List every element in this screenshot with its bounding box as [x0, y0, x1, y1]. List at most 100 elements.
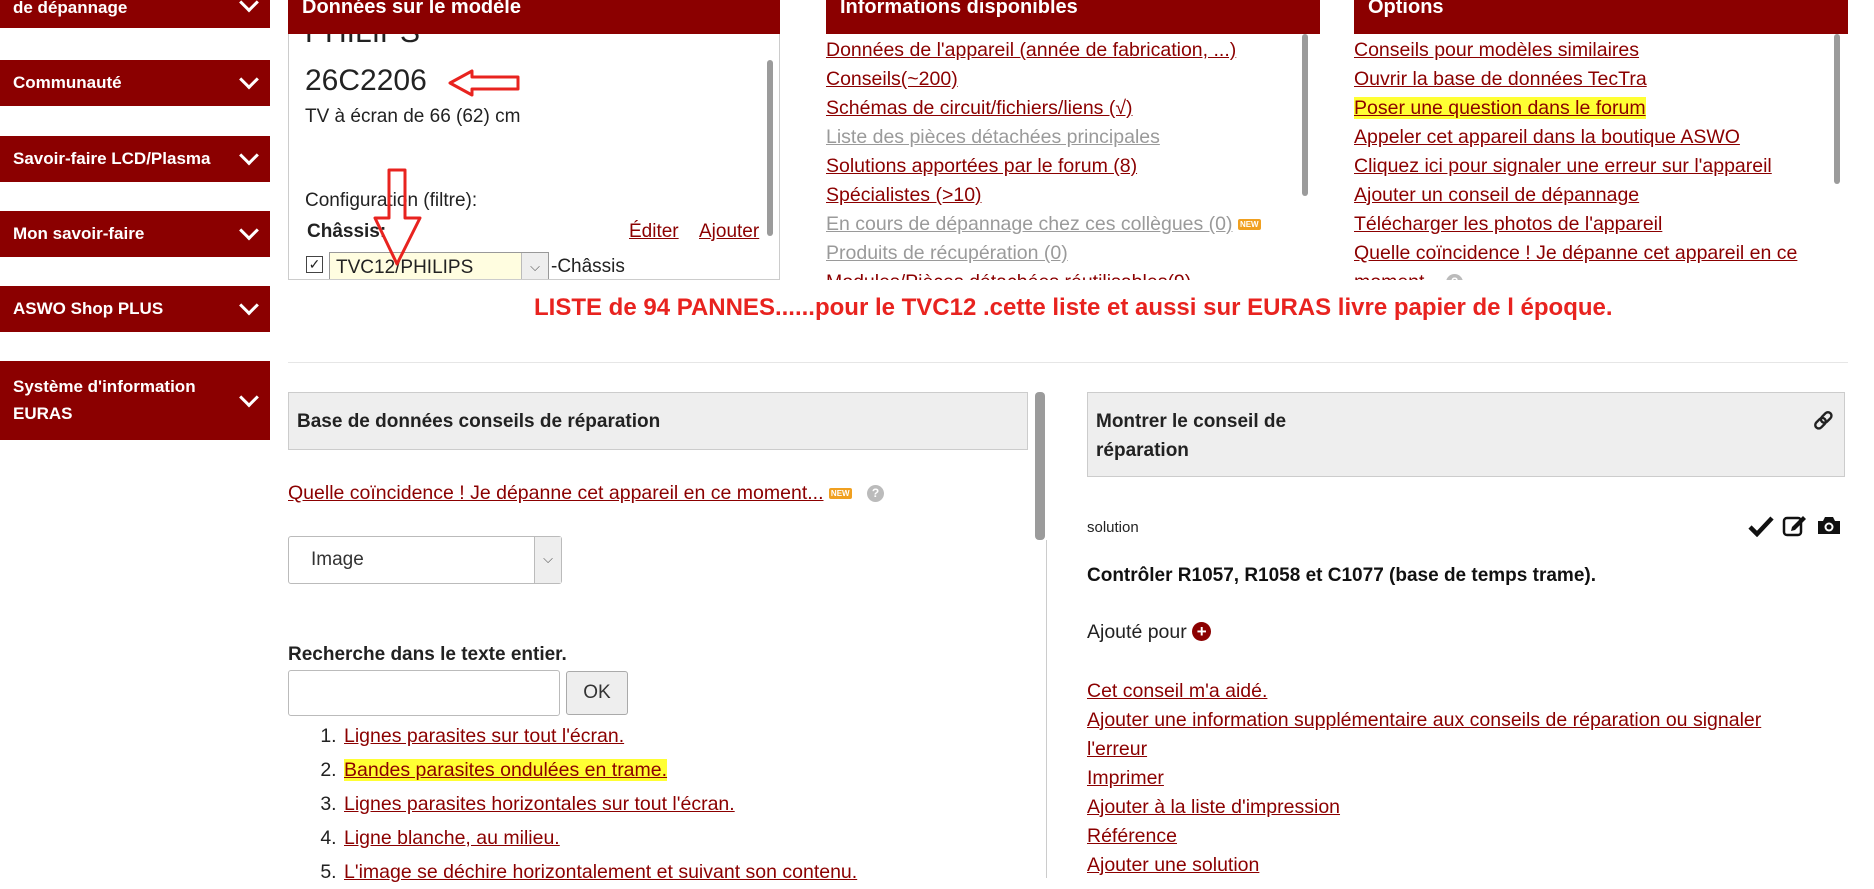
divider: [288, 362, 1848, 363]
new-badge: NEW: [1237, 219, 1261, 231]
coincidence-row: Quelle coïncidence ! Je dépanne cet appa…: [288, 482, 885, 505]
list-item: L'image se déchire horizontalement et su…: [342, 855, 857, 889]
camera-icon[interactable]: [1816, 515, 1842, 536]
add-tip-link[interactable]: Ajouter un conseil de dépannage: [1354, 181, 1797, 210]
list-item: Lignes parasites sur tout l'écran.: [342, 719, 857, 753]
fault-link[interactable]: Bandes parasites ondulées en trame.: [344, 759, 668, 781]
sidebar-item-label: Communauté: [13, 73, 122, 92]
info-box: Données de l'appareil (année de fabricat…: [826, 34, 1320, 280]
plus-circle-icon[interactable]: +: [1192, 622, 1212, 641]
list-item: Ligne blanche, au milieu.: [342, 821, 857, 855]
sidebar-item-community[interactable]: Communauté: [0, 60, 270, 106]
coincidence-link-main[interactable]: Quelle coïncidence ! Je dépanne cet appa…: [288, 482, 824, 504]
similar-models-link[interactable]: Conseils pour modèles similaires: [1354, 36, 1797, 65]
solution-label: solution: [1087, 519, 1139, 536]
sidebar-item-aswo-shop[interactable]: ASWO Shop PLUS: [0, 286, 270, 332]
coincidence-link-cont[interactable]: moment...: [1354, 271, 1441, 280]
print-link[interactable]: Imprimer: [1087, 764, 1761, 793]
spare-parts-link[interactable]: Liste des pièces détachées principales: [826, 123, 1261, 152]
specialists-link[interactable]: Spécialistes (>10): [826, 181, 1261, 210]
chevron-down-icon: ⌵: [521, 253, 548, 279]
panel-divider: [1046, 540, 1047, 878]
coincidence-link[interactable]: Quelle coïncidence ! Je dépanne cet appa…: [1354, 239, 1797, 268]
added-for-row: Ajouté pour +: [1087, 621, 1212, 644]
tip-helped-link[interactable]: Cet conseil m'a aidé.: [1087, 677, 1761, 706]
reference-link[interactable]: Référence: [1087, 822, 1761, 851]
show-tip-title: réparation: [1096, 440, 1189, 461]
chevron-down-icon: [239, 69, 259, 90]
chassis-suffix: -Châssis: [551, 256, 625, 277]
solution-actions: [1748, 512, 1844, 540]
ok-button-label: OK: [583, 682, 611, 703]
sidebar-item-label: Mon savoir-faire: [13, 224, 145, 243]
tectra-link[interactable]: Ouvrir la base de données TecTra: [1354, 65, 1797, 94]
sidebar-item-my-know-how[interactable]: Mon savoir-faire: [0, 211, 270, 257]
chevron-down-icon: [239, 0, 259, 13]
fault-link[interactable]: L'image se déchire horizontalement et su…: [344, 861, 857, 883]
check-icon[interactable]: [1748, 515, 1774, 537]
info-box-scrollbar[interactable]: [1302, 34, 1308, 196]
model-box-header: Données sur le modèle: [288, 0, 780, 34]
search-input[interactable]: [288, 670, 560, 716]
model-box: PHILIPS 26C2206 TV à écran de 66 (62) cm…: [288, 34, 780, 280]
chevron-down-icon: [239, 145, 259, 166]
reusable-modules-link[interactable]: Modules/Pièces détachées réutilisables(9…: [826, 268, 1261, 280]
aswo-shop-link[interactable]: Appeler cet appareil dans la boutique AS…: [1354, 123, 1797, 152]
show-tip-title: Montrer le conseil de: [1096, 411, 1287, 432]
fault-link[interactable]: Lignes parasites sur tout l'écran.: [344, 725, 624, 747]
chassis-select[interactable]: TVC12/PHILIPS ⌵: [329, 252, 549, 279]
image-select[interactable]: Image ⌵: [288, 536, 562, 584]
report-error-link[interactable]: Cliquez ici pour signaler une erreur sur…: [1354, 152, 1797, 181]
forum-solutions-link[interactable]: Solutions apportées par le forum (8): [826, 152, 1261, 181]
colleagues-link[interactable]: En cours de dépannage chez ces collègues…: [826, 213, 1233, 235]
model-box-title: Données sur le modèle: [302, 0, 521, 18]
added-for-label: Ajouté pour: [1087, 621, 1187, 643]
add-to-print-list-link[interactable]: Ajouter à la liste d'impression: [1087, 793, 1761, 822]
device-data-link[interactable]: Données de l'appareil (année de fabricat…: [826, 36, 1261, 65]
info-box-title: Informations disponibles: [840, 0, 1078, 18]
solution-text: Contrôler R1057, R1058 et C1077 (base de…: [1087, 565, 1596, 586]
add-solution-link[interactable]: Ajouter une solution: [1087, 851, 1761, 880]
ask-forum-link[interactable]: Poser une question dans le forum: [1354, 97, 1646, 119]
left-panel-scrollbar[interactable]: [1035, 392, 1045, 540]
repair-db-title: Base de données conseils de réparation: [297, 411, 661, 432]
brand-name: PHILIPS: [305, 34, 420, 50]
options-box-scrollbar[interactable]: [1834, 34, 1840, 184]
model-box-scrollbar[interactable]: [767, 60, 773, 236]
image-select-value: Image: [311, 549, 364, 570]
edit-icon[interactable]: [1782, 513, 1808, 538]
add-link[interactable]: Ajouter: [699, 221, 759, 243]
sidebar-item-lcd-plasma[interactable]: Savoir-faire LCD/Plasma: [0, 136, 270, 182]
chevron-down-icon: ⌵: [534, 537, 561, 583]
sidebar-item-label: Savoir-faire LCD/Plasma: [13, 149, 211, 168]
help-icon[interactable]: ?: [867, 485, 885, 503]
repair-db-header: Base de données conseils de réparation: [288, 392, 1028, 450]
new-badge: NEW: [828, 488, 852, 500]
info-links: Données de l'appareil (année de fabricat…: [826, 36, 1261, 280]
chevron-down-icon: [239, 220, 259, 241]
chassis-checkbox[interactable]: ✓: [306, 256, 323, 273]
ok-button[interactable]: OK: [566, 671, 628, 715]
link-icon[interactable]: [1812, 409, 1834, 431]
add-info-link-cont[interactable]: l'erreur: [1087, 735, 1761, 764]
options-box-title: Options: [1368, 0, 1444, 18]
sidebar-item-troubleshooting[interactable]: de dépannage: [0, 0, 270, 28]
sidebar-item-euras[interactable]: Système d'information EURAS: [0, 361, 270, 440]
sidebar-item-label: ASWO Shop PLUS: [13, 299, 164, 318]
search-label: Recherche dans le texte entier.: [288, 644, 567, 665]
salvage-products-link[interactable]: Produits de récupération (0): [826, 239, 1261, 268]
show-tip-header: Montrer le conseil de réparation: [1087, 392, 1845, 477]
add-info-link[interactable]: Ajouter une information supplémentaire a…: [1087, 706, 1761, 735]
tips-link[interactable]: Conseils(~200): [826, 65, 1261, 94]
upload-photos-link[interactable]: Télécharger les photos de l'appareil: [1354, 210, 1797, 239]
sidebar-item-label: EURAS: [13, 404, 73, 423]
edit-link[interactable]: Éditer: [629, 221, 679, 243]
schematics-link[interactable]: Schémas de circuit/fichiers/liens (√): [826, 94, 1261, 123]
model-description: TV à écran de 66 (62) cm: [305, 106, 521, 127]
list-item: Lignes parasites horizontales sur tout l…: [342, 787, 857, 821]
fault-link[interactable]: Lignes parasites horizontales sur tout l…: [344, 793, 735, 815]
sidebar-item-label: Système d'information: [13, 377, 196, 396]
fault-link[interactable]: Ligne blanche, au milieu.: [344, 827, 560, 849]
chevron-down-icon: [239, 295, 259, 316]
help-icon[interactable]: ?: [1446, 274, 1464, 280]
